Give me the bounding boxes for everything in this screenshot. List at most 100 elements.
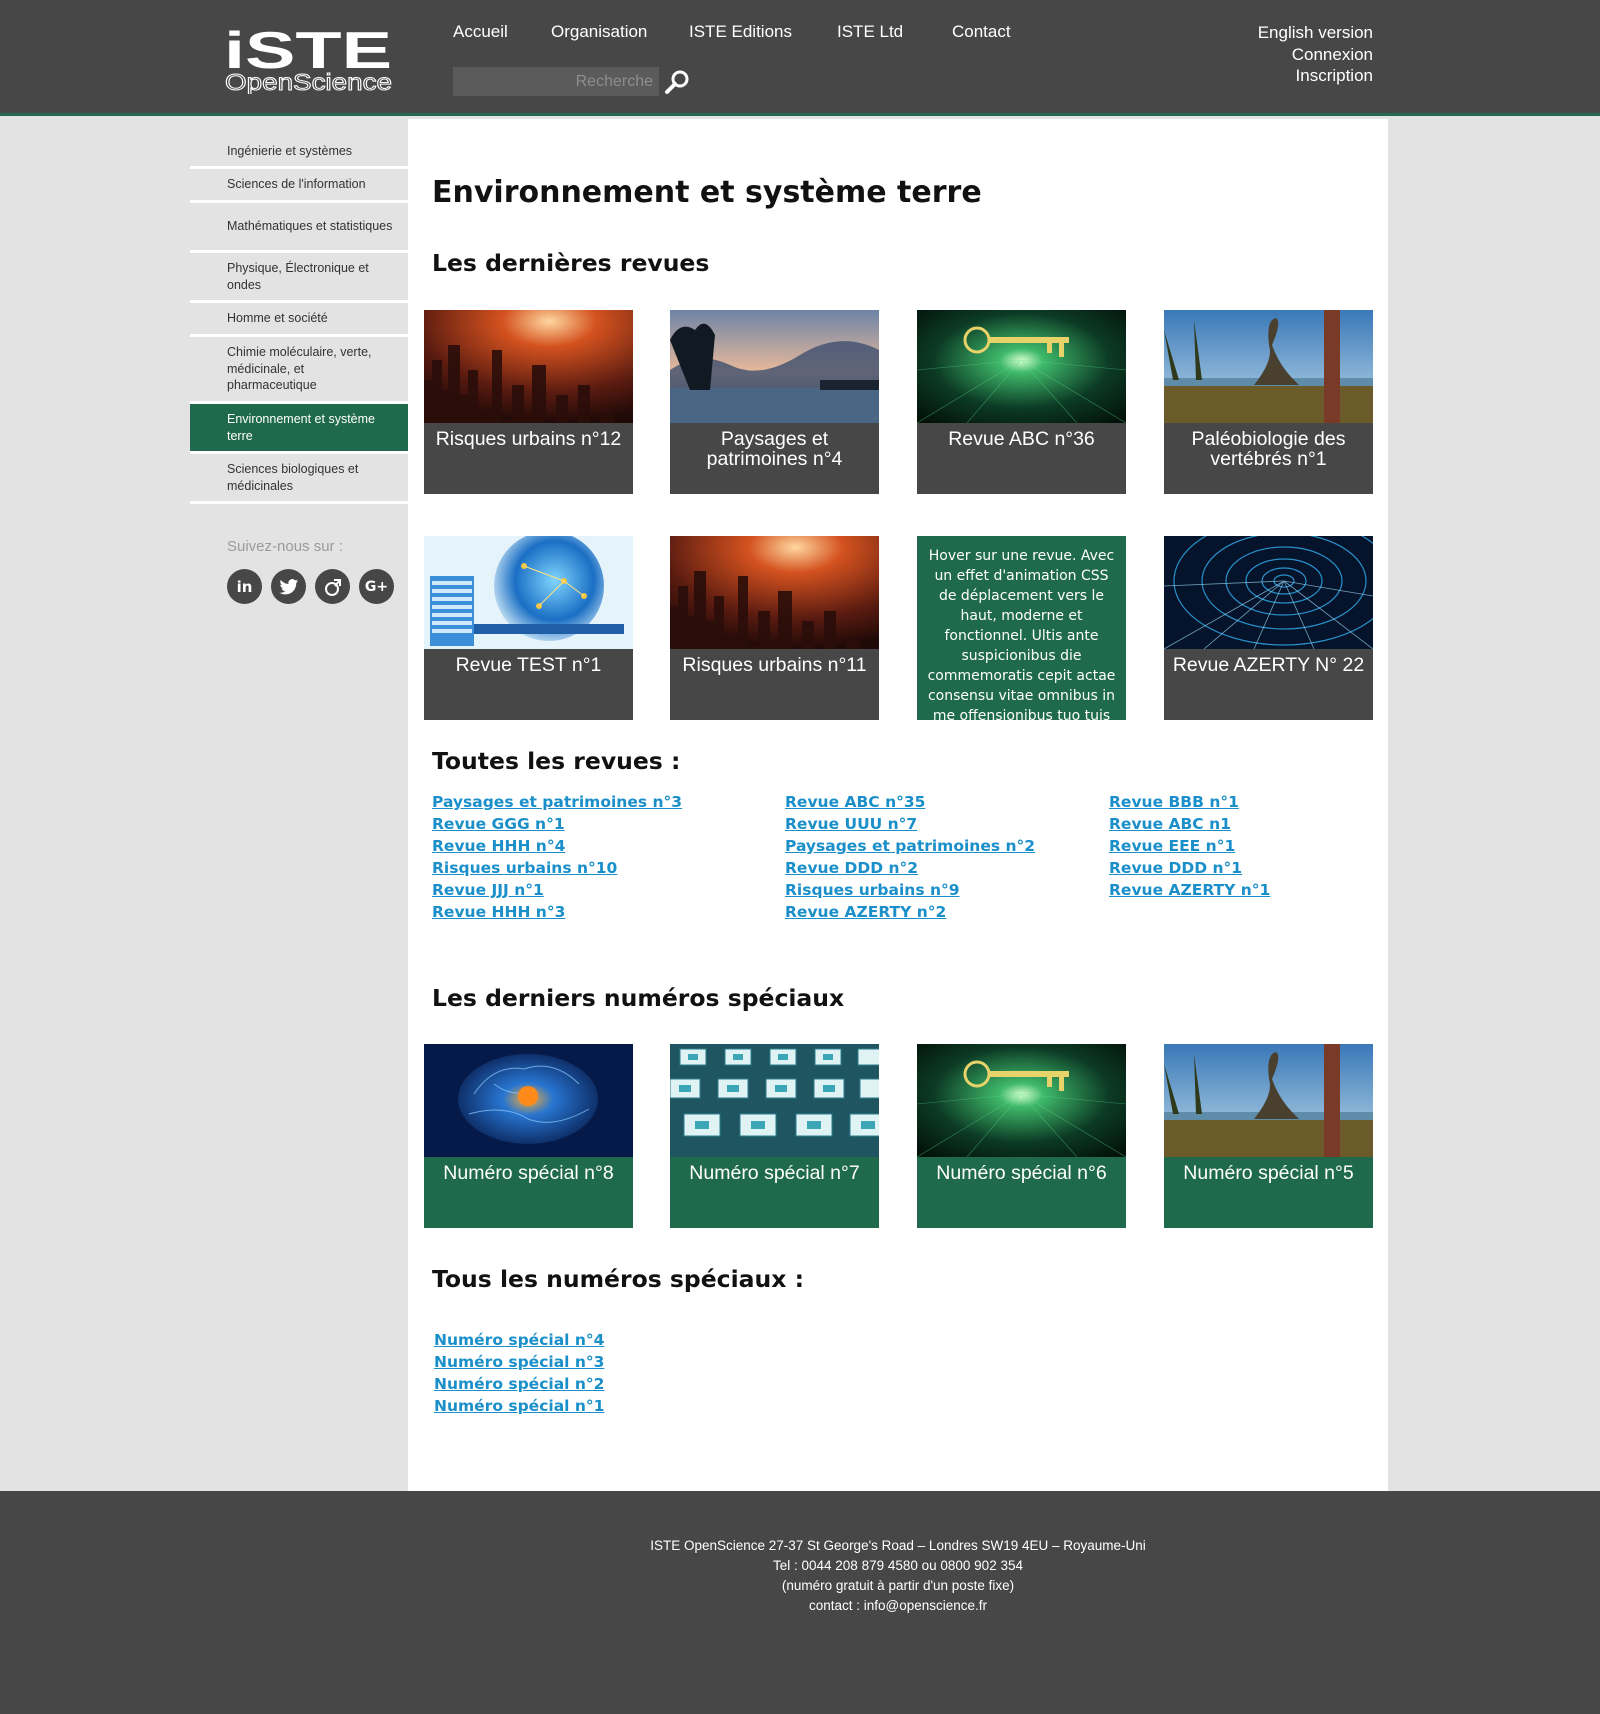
review-card[interactable]: Paléobiologie des vertébrés n°1 (1164, 310, 1373, 494)
special-link[interactable]: Numéro spécial n°3 (434, 1351, 604, 1373)
review-link[interactable]: Revue UUU n°7 (785, 813, 1035, 835)
nav-contact[interactable]: Contact (952, 22, 1011, 42)
all-reviews-column-3: Revue BBB n°1 Revue ABC n1 Revue EEE n°1… (1109, 791, 1270, 901)
sidebar-item-label: Sciences de l'information (227, 177, 366, 192)
sidebar-item-label: Physique, Électronique et ondes (227, 261, 369, 292)
nav-iste-editions[interactable]: ISTE Editions (689, 22, 792, 42)
nav-organisation[interactable]: Organisation (551, 22, 647, 42)
server-globe-image (424, 536, 633, 649)
review-card[interactable]: Revue AZERTY N° 22 (1164, 536, 1373, 720)
review-link[interactable]: Paysages et patrimoines n°2 (785, 835, 1035, 857)
review-card[interactable]: Revue ABC n°36 (917, 310, 1126, 494)
review-card[interactable]: Paysages et patrimoines n°4 (670, 310, 879, 494)
special-card[interactable]: Numéro spécial n°7 (670, 1044, 879, 1228)
review-title: Paysages et patrimoines n°4 (670, 423, 879, 494)
special-title: Numéro spécial n°7 (670, 1157, 879, 1228)
review-card[interactable]: Risques urbains n°11 (670, 536, 879, 720)
review-link[interactable]: Revue DDD n°2 (785, 857, 1035, 879)
brain-image (424, 1044, 633, 1157)
sidebar-item-environnement[interactable]: Environnement et système terre (190, 404, 408, 454)
review-card[interactable]: Revue TEST n°1 (424, 536, 633, 720)
review-title: Revue AZERTY N° 22 (1164, 649, 1373, 720)
sidebar-item-physique[interactable]: Physique, Électronique et ondes (190, 253, 408, 303)
special-card[interactable]: Numéro spécial n°8 (424, 1044, 633, 1228)
all-special-issues-heading: Tous les numéros spéciaux : (432, 1265, 804, 1293)
review-title: Risques urbains n°12 (424, 423, 633, 494)
review-link[interactable]: Revue HHH n°3 (432, 901, 682, 923)
circuit-chips-image (670, 1044, 879, 1157)
sidebar-item-chimie[interactable]: Chimie moléculaire, verte, médicinale, e… (190, 337, 408, 404)
special-link[interactable]: Numéro spécial n°4 (434, 1329, 604, 1351)
sidebar-item-information[interactable]: Sciences de l'information (190, 169, 408, 203)
footer-phone-note: (numéro gratuit à partir d'un poste fixe… (781, 1578, 1015, 1593)
review-link[interactable]: Revue JJJ n°1 (432, 879, 682, 901)
review-link[interactable]: Revue AZERTY n°2 (785, 901, 1035, 923)
review-link[interactable]: Risques urbains n°10 (432, 857, 682, 879)
special-link[interactable]: Numéro spécial n°1 (434, 1395, 604, 1417)
lake-landscape-image (670, 310, 879, 423)
page-title: Environnement et système terre (432, 175, 982, 210)
review-link[interactable]: Revue BBB n°1 (1109, 791, 1270, 813)
sidebar-item-label: Chimie moléculaire, verte, médicinale, e… (227, 345, 372, 393)
review-title: Revue TEST n°1 (424, 649, 633, 720)
review-title: Paléobiologie des vertébrés n°1 (1164, 423, 1373, 494)
special-card[interactable]: Numéro spécial n°6 (917, 1044, 1126, 1228)
sidebar-item-mathematiques[interactable]: Mathématiques et statistiques (190, 203, 408, 253)
dinosaur-scene-image (1164, 1044, 1373, 1157)
all-reviews-heading: Toutes les revues : (432, 747, 681, 775)
review-card-hover[interactable]: Hover sur une revue. Avec un effet d'ani… (917, 536, 1126, 720)
review-link[interactable]: Paysages et patrimoines n°3 (432, 791, 682, 813)
logo-bottom-text: OpenScience (225, 69, 392, 94)
review-link[interactable]: Revue HHH n°4 (432, 835, 682, 857)
inscription-link[interactable]: Inscription (1258, 65, 1373, 87)
sidebar-item-label: Mathématiques et statistiques (227, 219, 393, 234)
main-content: Environnement et système terre Les derni… (408, 119, 1388, 1491)
footer-address: ISTE OpenScience 27-37 St George's Road … (650, 1538, 1146, 1553)
search-icon[interactable] (664, 69, 690, 95)
linkedin-icon[interactable]: in (227, 569, 262, 604)
all-special-issues-list: Numéro spécial n°4 Numéro spécial n°3 Nu… (434, 1329, 604, 1417)
sidebar-item-label: Environnement et système terre (227, 412, 375, 443)
review-link[interactable]: Revue AZERTY n°1 (1109, 879, 1270, 901)
digital-key-image (917, 1044, 1126, 1157)
site-header: iSTE OpenScience Accueil Organisation IS… (0, 0, 1600, 116)
nav-iste-ltd[interactable]: ISTE Ltd (837, 22, 903, 42)
sidebar-item-sciences-biologiques[interactable]: Sciences biologiques et médicinales (190, 454, 408, 504)
special-title: Numéro spécial n°8 (424, 1157, 633, 1228)
review-title: Revue ABC n°36 (917, 423, 1126, 494)
special-title: Numéro spécial n°5 (1164, 1157, 1373, 1228)
special-title: Numéro spécial n°6 (917, 1157, 1126, 1228)
review-link[interactable]: Revue EEE n°1 (1109, 835, 1270, 857)
sidebar-item-ingenierie[interactable]: Ingénierie et systèmes (190, 137, 408, 169)
review-link[interactable]: Risques urbains n°9 (785, 879, 1035, 901)
footer-email: contact : info@openscience.fr (808, 1598, 988, 1613)
special-link[interactable]: Numéro spécial n°2 (434, 1373, 604, 1395)
english-version-link[interactable]: English version (1258, 22, 1373, 44)
viadeo-icon[interactable] (315, 569, 350, 604)
sidebar-item-homme-societe[interactable]: Homme et société (190, 303, 408, 337)
footer-phone: Tel : 0044 208 879 4580 ou 0800 902 354 (773, 1558, 1023, 1573)
special-issues-heading: Les derniers numéros spéciaux (432, 984, 845, 1012)
all-reviews-column-2: Revue ABC n°35 Revue UUU n°7 Paysages et… (785, 791, 1035, 923)
review-title: Risques urbains n°11 (670, 649, 879, 720)
twitter-icon[interactable] (271, 569, 306, 604)
review-link[interactable]: Revue ABC n1 (1109, 813, 1270, 835)
connexion-link[interactable]: Connexion (1258, 44, 1373, 66)
social-links: in G+ (227, 569, 394, 604)
all-reviews-column-1: Paysages et patrimoines n°3 Revue GGG n°… (432, 791, 682, 923)
search-input[interactable] (453, 67, 659, 96)
nav-accueil[interactable]: Accueil (453, 22, 508, 42)
footer-contact: ISTE OpenScience 27-37 St George's Road … (600, 1536, 1196, 1616)
review-link[interactable]: Revue GGG n°1 (432, 813, 682, 835)
follow-label: Suivez-nous sur : (227, 538, 343, 555)
sidebar-item-label: Ingénierie et systèmes (227, 144, 353, 159)
iste-openscience-logo[interactable]: iSTE OpenScience (224, 24, 394, 94)
city-sunset-image (670, 536, 879, 649)
dinosaur-scene-image (1164, 310, 1373, 423)
site-footer: ISTE OpenScience 27-37 St George's Road … (0, 1491, 1600, 1714)
special-card[interactable]: Numéro spécial n°5 (1164, 1044, 1373, 1228)
review-link[interactable]: Revue DDD n°1 (1109, 857, 1270, 879)
review-card[interactable]: Risques urbains n°12 (424, 310, 633, 494)
review-link[interactable]: Revue ABC n°35 (785, 791, 1035, 813)
google-plus-icon[interactable]: G+ (359, 569, 394, 604)
